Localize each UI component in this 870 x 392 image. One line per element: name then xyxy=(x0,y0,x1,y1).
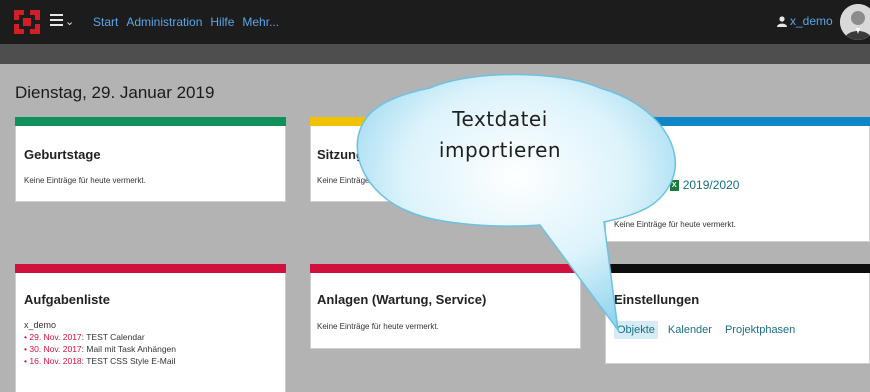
tile-title: Sitzung xyxy=(317,147,364,162)
year-link-2019-2020[interactable]: X 2019/2020 xyxy=(669,178,739,192)
avatar[interactable] xyxy=(840,4,870,40)
nav-administration[interactable]: Administration xyxy=(126,15,202,29)
nav-start[interactable]: Start xyxy=(93,15,118,29)
list-item[interactable]: • 30. Nov. 2017: Mail mit Task Anhängen xyxy=(24,343,176,355)
year-links: 2019 X 2019/2020 xyxy=(627,178,739,192)
username[interactable]: x_demo xyxy=(790,14,833,28)
sub-toolbar xyxy=(0,44,870,64)
tile-title: Geburtstage xyxy=(24,147,101,162)
task-owner: x_demo xyxy=(24,320,57,330)
empty-note: Keine Einträge für heute vermerkt. xyxy=(317,322,439,331)
nav-hilfe[interactable]: Hilfe xyxy=(210,15,234,29)
user-menu[interactable]: x_demo xyxy=(777,14,833,28)
empty-note: Keine Einträge für heute vermerkt. xyxy=(614,220,736,229)
user-icon xyxy=(777,15,787,27)
nav-mehr[interactable]: Mehr... xyxy=(242,15,279,29)
tile-color-stripe xyxy=(310,264,581,273)
tile-color-stripe xyxy=(605,264,870,273)
settings-links: Objekte Kalender Projektphasen xyxy=(614,321,798,339)
tile-title: Einstellungen xyxy=(614,292,700,307)
task-list: • 29. Nov. 2017: TEST Calendar • 30. Nov… xyxy=(24,331,176,367)
tile-einstellungen: Einstellungen Objekte Kalender Projektph… xyxy=(605,264,870,364)
list-item[interactable]: • 16. Nov. 2018: TEST CSS Style E-Mail xyxy=(24,355,176,367)
callout-text: Textdatei importieren xyxy=(438,107,562,162)
tile-color-stripe xyxy=(15,264,286,273)
empty-note: Keine Einträge f xyxy=(317,176,374,185)
settings-link-kalender[interactable]: Kalender xyxy=(665,321,715,339)
top-navigation-bar: ⌄ Start Administration Hilfe Mehr... x_d… xyxy=(0,0,870,44)
main-nav: Start Administration Hilfe Mehr... xyxy=(93,15,279,29)
settings-link-objekte[interactable]: Objekte xyxy=(614,321,658,339)
year-link-2019[interactable]: 2019 xyxy=(627,178,654,192)
list-item[interactable]: • 29. Nov. 2017: TEST Calendar xyxy=(24,331,176,343)
tile-geburtstage: Geburtstage Keine Einträge für heute ver… xyxy=(15,117,286,202)
app-logo[interactable] xyxy=(10,6,44,38)
chevron-down-icon: ⌄ xyxy=(65,15,75,28)
hamburger-menu-icon[interactable]: ⌄ xyxy=(50,11,76,33)
tile-aufgabenliste: Aufgabenliste x_demo • 29. Nov. 2017: TE… xyxy=(15,264,286,392)
tile-color-stripe xyxy=(605,117,870,126)
empty-note: Keine Einträge für heute vermerkt. xyxy=(24,176,146,185)
tile-anlagen: Anlagen (Wartung, Service) Keine Einträg… xyxy=(310,264,581,349)
tile-title: Aufgabenliste xyxy=(24,292,110,307)
tile-title: Anlagen (Wartung, Service) xyxy=(317,292,487,307)
tile-color-stripe xyxy=(15,117,286,126)
settings-link-projektphasen[interactable]: Projektphasen xyxy=(722,321,798,339)
excel-icon: X xyxy=(669,179,679,191)
page-title: Dienstag, 29. Januar 2019 xyxy=(15,83,215,102)
tile-years: 2019 X 2019/2020 Keine Einträge für heute… xyxy=(605,117,870,242)
